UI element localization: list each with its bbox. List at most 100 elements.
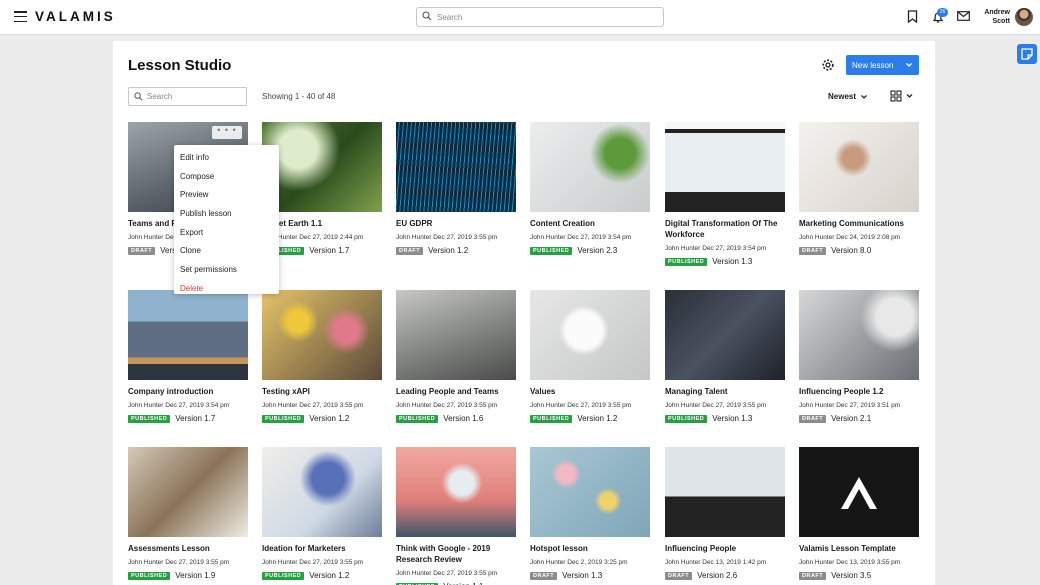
menu-item-set-permissions[interactable]: Set permissions — [174, 261, 279, 280]
page-title: Lesson Studio — [128, 57, 232, 74]
context-menu: Edit info Compose Preview Publish lesson… — [174, 145, 279, 294]
chevron-down-icon — [861, 94, 867, 99]
lesson-title[interactable]: Testing xAPI — [262, 386, 382, 397]
lesson-meta: John Hunter Dec 27, 2019 3:55 pm — [396, 570, 498, 577]
lesson-card[interactable]: Managing Talent John Hunter Dec 27, 2019 … — [665, 290, 785, 423]
lesson-thumbnail[interactable] — [262, 290, 382, 380]
lesson-thumbnail[interactable] — [799, 290, 919, 380]
lesson-thumbnail[interactable] — [799, 447, 919, 537]
status-badge: DRAFT — [799, 414, 827, 423]
lesson-card[interactable]: Influencing People 1.2 John Hunter Dec 27… — [799, 290, 919, 423]
user-first-name: Andrew — [984, 9, 1010, 16]
lesson-card[interactable]: Company introduction John Hunter Dec 27, … — [128, 290, 248, 423]
lesson-title[interactable]: Valamis Lesson Template — [799, 543, 919, 554]
status-badge: DRAFT — [799, 571, 827, 580]
lesson-version: Version 1.2 — [428, 246, 469, 255]
sort-dropdown[interactable]: Newest — [828, 92, 868, 101]
menu-item-edit-info[interactable]: Edit info — [174, 149, 279, 168]
global-search-input[interactable] — [437, 10, 657, 24]
lesson-thumbnail[interactable] — [530, 447, 650, 537]
lesson-search-input[interactable] — [147, 90, 243, 103]
sort-label: Newest — [828, 92, 857, 101]
lesson-card[interactable]: Values John Hunter Dec 27, 2019 3:55 pm PU… — [530, 290, 650, 423]
notes-button[interactable] — [1017, 44, 1037, 64]
lesson-card[interactable]: Planet Earth 1.1 John Hunter Dec 27, 2019… — [262, 122, 382, 255]
menu-icon[interactable] — [14, 11, 27, 23]
search-icon — [134, 92, 143, 101]
logo[interactable]: VALAMIS — [35, 9, 116, 24]
lesson-thumbnail[interactable] — [530, 122, 650, 212]
menu-item-compose[interactable]: Compose — [174, 168, 279, 187]
lesson-title[interactable]: Ideation for Marketers — [262, 543, 382, 554]
gear-icon[interactable] — [821, 58, 835, 72]
bookmark-icon[interactable] — [907, 10, 918, 23]
lesson-title[interactable]: Content Creation — [530, 218, 650, 229]
menu-item-publish[interactable]: Publish lesson — [174, 205, 279, 224]
lesson-version: Version 1.9 — [175, 571, 216, 580]
global-search[interactable] — [416, 7, 664, 27]
lesson-thumbnail[interactable] — [262, 447, 382, 537]
lesson-title[interactable]: Leading People and Teams — [396, 386, 516, 397]
lesson-title[interactable]: Assessments Lesson — [128, 543, 248, 554]
lesson-card[interactable]: Valamis Lesson Template John Hunter Dec 1… — [799, 447, 919, 580]
lesson-meta: John Hunter Dec 27, 2019 3:55 pm — [262, 402, 364, 409]
lesson-title[interactable]: Hotspot lesson — [530, 543, 650, 554]
lesson-thumbnail[interactable] — [665, 122, 785, 212]
status-badge: DRAFT — [128, 246, 156, 255]
avatar[interactable] — [1015, 8, 1033, 26]
lesson-search[interactable] — [128, 87, 247, 106]
lesson-title[interactable]: Values — [530, 386, 650, 397]
lesson-thumbnail[interactable] — [128, 290, 248, 380]
menu-item-preview[interactable]: Preview — [174, 186, 279, 205]
lesson-title[interactable]: Planet Earth 1.1 — [262, 218, 382, 229]
lesson-card[interactable]: EU GDPR John Hunter Dec 27, 2019 3:55 pm D… — [396, 122, 516, 255]
lesson-version: Version 2.6 — [697, 571, 738, 580]
lesson-card[interactable]: Hotspot lesson John Hunter Dec 2, 2019 3:… — [530, 447, 650, 580]
status-badge: PUBLISHED — [530, 414, 573, 423]
lesson-title[interactable]: Influencing People — [665, 543, 785, 554]
lesson-thumbnail[interactable] — [262, 122, 382, 212]
lesson-title[interactable]: Managing Talent — [665, 386, 785, 397]
status-badge: PUBLISHED — [128, 571, 171, 580]
grid-view-icon[interactable] — [890, 90, 918, 102]
lesson-version: Version 1.2 — [309, 571, 350, 580]
lesson-thumbnail[interactable] — [396, 447, 516, 537]
lesson-thumbnail[interactable] — [530, 290, 650, 380]
lesson-title[interactable]: Digital Transformation Of The Workforce — [665, 218, 785, 240]
lesson-version: Version 1.3 — [712, 414, 753, 423]
new-lesson-label: New lesson — [852, 60, 894, 70]
mail-icon[interactable] — [957, 11, 970, 21]
lesson-card[interactable]: Ideation for Marketers John Hunter Dec 27… — [262, 447, 382, 580]
lesson-card[interactable]: Think with Google - 2019 Research Review… — [396, 447, 516, 585]
lesson-version: Version 1.3 — [562, 571, 603, 580]
lesson-title[interactable]: Marketing Communications — [799, 218, 919, 229]
lesson-title[interactable]: Company introduction — [128, 386, 248, 397]
more-options-button[interactable]: • • • — [212, 126, 242, 139]
lesson-card[interactable]: Leading People and Teams John Hunter Dec … — [396, 290, 516, 423]
lesson-title[interactable]: EU GDPR — [396, 218, 516, 229]
results-count: Showing 1 - 40 of 48 — [262, 92, 336, 101]
lesson-thumbnail[interactable] — [396, 122, 516, 212]
lesson-thumbnail[interactable] — [665, 290, 785, 380]
lesson-thumbnail[interactable] — [128, 447, 248, 537]
status-badge: PUBLISHED — [665, 414, 708, 423]
lesson-card[interactable]: Marketing Communications John Hunter Dec … — [799, 122, 919, 255]
lesson-card[interactable]: Assessments Lesson John Hunter Dec 27, 20… — [128, 447, 248, 580]
lesson-meta: John Hunter Dec 27, 2019 3:55 pm — [396, 402, 498, 409]
user-name[interactable]: Andrew Scott — [972, 8, 1010, 26]
lesson-thumbnail[interactable] — [665, 447, 785, 537]
lesson-thumbnail[interactable] — [799, 122, 919, 212]
lesson-thumbnail[interactable] — [396, 290, 516, 380]
menu-item-delete[interactable]: Delete — [174, 280, 279, 299]
lesson-card[interactable]: Content Creation John Hunter Dec 27, 2019… — [530, 122, 650, 255]
lesson-card[interactable]: Testing xAPI John Hunter Dec 27, 2019 3:5… — [262, 290, 382, 423]
lesson-meta: John Hunter Dec 27, 2019 3:55 pm — [262, 559, 364, 566]
menu-item-export[interactable]: Export — [174, 224, 279, 243]
lesson-title[interactable]: Influencing People 1.2 — [799, 386, 919, 397]
lesson-card[interactable]: Influencing People John Hunter Dec 13, 20… — [665, 447, 785, 580]
new-lesson-button[interactable]: New lesson — [846, 55, 919, 75]
lesson-version: Version 1.3 — [712, 257, 753, 266]
menu-item-clone[interactable]: Clone — [174, 242, 279, 261]
lesson-card[interactable]: Digital Transformation Of The Workforce J… — [665, 122, 785, 266]
lesson-title[interactable]: Think with Google - 2019 Research Review — [396, 543, 516, 565]
